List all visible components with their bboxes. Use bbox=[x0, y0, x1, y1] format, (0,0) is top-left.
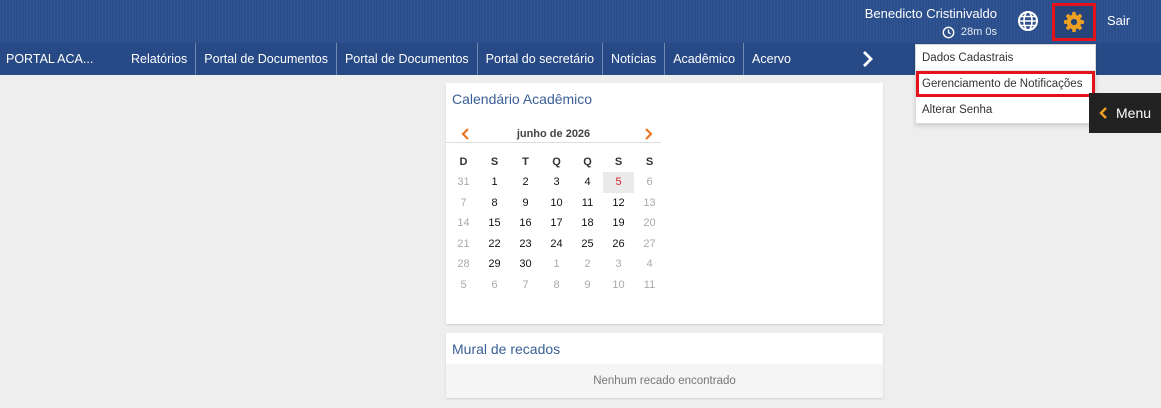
weekday-header: D bbox=[459, 156, 468, 168]
calendar-grid: D S T Q Q S S 31 1 2 3 4 5 6 7 8 9 10 11 12 13 14 15 16 17 18 19 20… bbox=[448, 152, 661, 295]
menu-item-dados-cadastrais[interactable]: Dados Cadastrais bbox=[916, 45, 1095, 71]
calendar-day[interactable]: 22 bbox=[479, 234, 510, 255]
calendar-day[interactable]: 15 bbox=[479, 213, 510, 234]
user-info: Benedicto Cristinivaldo 28m 0s bbox=[865, 6, 997, 40]
nav-item-portal-documentos-2[interactable]: Portal de Documentos bbox=[337, 43, 478, 75]
nav-item-relatorios[interactable]: Relatórios bbox=[123, 43, 197, 75]
logout-link[interactable]: Sair bbox=[1107, 13, 1130, 28]
calendar-day[interactable]: 10 bbox=[541, 193, 572, 214]
weekday-header: S bbox=[614, 156, 623, 168]
calendar-day[interactable]: 25 bbox=[572, 234, 603, 255]
calendar-day[interactable]: 23 bbox=[510, 234, 541, 255]
top-bar: Benedicto Cristinivaldo 28m 0s Sair bbox=[0, 0, 1161, 43]
nav-item-portal-documentos[interactable]: Portal de Documentos bbox=[196, 43, 337, 75]
calendar-day[interactable]: 29 bbox=[479, 254, 510, 275]
calendar-day[interactable]: 17 bbox=[541, 213, 572, 234]
session-time: 28m 0s bbox=[960, 26, 997, 38]
mural-card: Mural de recados Nenhum recado encontrad… bbox=[446, 333, 883, 398]
calendar-day[interactable]: 1 bbox=[541, 254, 572, 275]
calendar-day-today[interactable]: 5 bbox=[603, 172, 634, 193]
calendar-day[interactable]: 5 bbox=[448, 275, 479, 296]
weekday-header: Q bbox=[552, 156, 561, 168]
chevron-left-icon bbox=[1099, 107, 1107, 119]
nav-items: Relatórios Portal de Documentos Portal d… bbox=[123, 43, 799, 75]
user-name: Benedicto Cristinivaldo bbox=[864, 6, 997, 21]
nav-item-noticias[interactable]: Notícias bbox=[603, 43, 666, 75]
calendar-day[interactable]: 28 bbox=[448, 254, 479, 275]
calendar-day[interactable]: 24 bbox=[541, 234, 572, 255]
nav-item-portal-secretario[interactable]: Portal do secretário bbox=[478, 43, 604, 75]
calendar-day[interactable]: 3 bbox=[603, 254, 634, 275]
calendar-card: Calendário Acadêmico junho de 2026 D S T Q Q… bbox=[446, 83, 883, 324]
weekday-header: S bbox=[490, 156, 499, 168]
calendar-day[interactable]: 20 bbox=[634, 213, 665, 234]
side-menu-button[interactable]: Menu bbox=[1089, 93, 1161, 133]
menu-item-gerenciamento-notificacoes[interactable]: Gerenciamento de Notificações bbox=[916, 71, 1095, 97]
calendar-day[interactable]: 6 bbox=[634, 172, 665, 193]
chevron-left-icon[interactable] bbox=[460, 127, 472, 141]
chevron-right-icon[interactable] bbox=[860, 50, 876, 68]
calendar-day[interactable]: 7 bbox=[448, 193, 479, 214]
calendar-day[interactable]: 9 bbox=[572, 275, 603, 296]
weekday-header: T bbox=[522, 156, 529, 168]
calendar-day[interactable]: 1 bbox=[479, 172, 510, 193]
weekday-header: Q bbox=[583, 156, 592, 168]
calendar-header: junho de 2026 bbox=[446, 125, 661, 143]
calendar-day[interactable]: 4 bbox=[572, 172, 603, 193]
nav-brand[interactable]: PORTAL ACA... bbox=[6, 52, 93, 66]
calendar-day[interactable]: 11 bbox=[572, 193, 603, 214]
calendar-day[interactable]: 8 bbox=[479, 193, 510, 214]
calendar-day[interactable]: 31 bbox=[448, 172, 479, 193]
calendar-day[interactable]: 12 bbox=[603, 193, 634, 214]
calendar-day[interactable]: 8 bbox=[541, 275, 572, 296]
calendar-day[interactable]: 13 bbox=[634, 193, 665, 214]
calendar-day[interactable]: 11 bbox=[634, 275, 665, 296]
nav-item-academico[interactable]: Acadêmico bbox=[665, 43, 745, 75]
calendar-day[interactable]: 19 bbox=[603, 213, 634, 234]
menu-item-alterar-senha[interactable]: Alterar Senha bbox=[916, 97, 1095, 123]
gear-icon bbox=[1063, 11, 1085, 33]
session-timer: 28m 0s bbox=[865, 24, 997, 40]
calendar-day[interactable]: 21 bbox=[448, 234, 479, 255]
calendar-day[interactable]: 9 bbox=[510, 193, 541, 214]
mural-title: Mural de recados bbox=[452, 341, 561, 357]
chevron-right-icon[interactable] bbox=[642, 127, 654, 141]
calendar-title: Calendário Acadêmico bbox=[452, 91, 593, 107]
calendar-day[interactable]: 7 bbox=[510, 275, 541, 296]
calendar-day[interactable]: 30 bbox=[510, 254, 541, 275]
side-menu-label: Menu bbox=[1116, 105, 1152, 121]
settings-button[interactable] bbox=[1052, 3, 1096, 41]
calendar-day[interactable]: 10 bbox=[603, 275, 634, 296]
calendar-day[interactable]: 2 bbox=[510, 172, 541, 193]
calendar-day[interactable]: 16 bbox=[510, 213, 541, 234]
calendar-day[interactable]: 4 bbox=[634, 254, 665, 275]
globe-icon bbox=[1018, 11, 1038, 31]
calendar-day[interactable]: 18 bbox=[572, 213, 603, 234]
nav-item-acervo[interactable]: Acervo bbox=[744, 43, 799, 75]
calendar-day[interactable]: 2 bbox=[572, 254, 603, 275]
calendar-day[interactable]: 6 bbox=[479, 275, 510, 296]
mural-empty-message: Nenhum recado encontrado bbox=[446, 364, 883, 398]
calendar-day[interactable]: 14 bbox=[448, 213, 479, 234]
calendar-day[interactable]: 26 bbox=[603, 234, 634, 255]
calendar-month: junho de 2026 bbox=[516, 128, 591, 140]
weekday-header: S bbox=[645, 156, 654, 168]
calendar-day[interactable]: 27 bbox=[634, 234, 665, 255]
calendar-widget: junho de 2026 D S T Q Q S S 31 1 2 3 4 5 6 7 8 9 10 11 12 13… bbox=[446, 125, 661, 295]
language-button[interactable] bbox=[1016, 9, 1040, 33]
settings-dropdown: Dados Cadastrais Gerenciamento de Notifi… bbox=[915, 44, 1096, 124]
calendar-day[interactable]: 3 bbox=[541, 172, 572, 193]
clock-icon bbox=[942, 26, 955, 38]
